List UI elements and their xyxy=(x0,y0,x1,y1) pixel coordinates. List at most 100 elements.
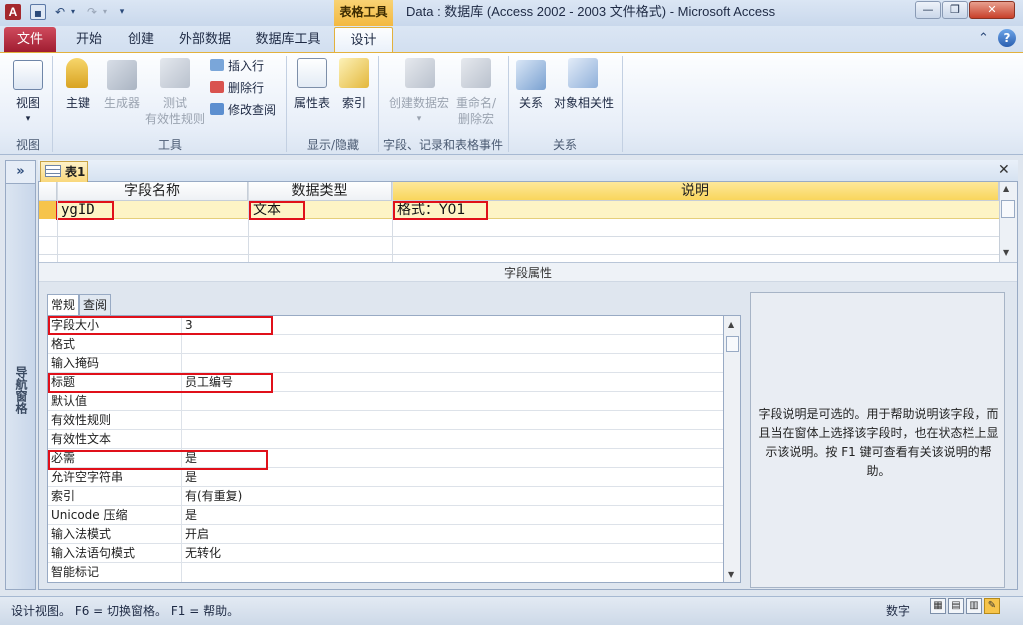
scroll-thumb[interactable] xyxy=(1001,200,1015,218)
delete-row-button[interactable]: 删除行 xyxy=(210,77,264,99)
table-tools-context-label: 表格工具 xyxy=(334,0,393,26)
close-window-button[interactable]: ✕ xyxy=(969,1,1015,19)
create-data-macro-icon xyxy=(405,58,435,88)
indexes-button[interactable]: 索引 xyxy=(336,95,372,111)
tab-home[interactable]: 开始 xyxy=(68,27,110,52)
group-label-tools: 工具 xyxy=(157,138,182,152)
relationships-icon xyxy=(516,60,546,90)
window-title: Data : 数据库 (Access 2002 - 2003 文件格式) - M… xyxy=(406,4,776,19)
tab-lookup[interactable]: 查阅 xyxy=(79,294,112,315)
builder-icon xyxy=(107,60,137,90)
rename-delete-macro-button[interactable]: 重命名/ xyxy=(452,95,500,111)
property-value[interactable]: 是 xyxy=(185,468,197,486)
create-data-macro-dropdown-icon[interactable]: ▾ xyxy=(386,111,452,127)
relationships-button[interactable]: 关系 xyxy=(512,95,550,111)
undo-dropdown-icon[interactable]: ▾ xyxy=(68,4,78,20)
group-separator xyxy=(286,56,287,152)
access-app-icon[interactable]: A xyxy=(5,4,21,20)
modify-lookups-icon xyxy=(210,103,224,115)
customize-qat-icon[interactable]: ▾ xyxy=(116,4,128,20)
tab-external-data[interactable]: 外部数据 xyxy=(172,27,238,52)
grid-line xyxy=(248,182,249,262)
tab-design[interactable]: 设计 xyxy=(334,27,393,52)
highlight-box xyxy=(249,201,305,220)
primary-key-icon xyxy=(66,58,88,88)
property-row[interactable]: 默认值 xyxy=(48,392,723,411)
object-dependencies-button[interactable]: 对象相关性 xyxy=(552,95,616,111)
help-icon[interactable]: ? xyxy=(998,29,1016,47)
property-label: 默认值 xyxy=(51,394,88,408)
property-row[interactable]: 输入法模式 开启 xyxy=(48,525,723,544)
scroll-thumb[interactable] xyxy=(726,336,739,352)
property-row[interactable]: 允许空字符串 是 xyxy=(48,468,723,487)
builder-button[interactable]: 生成器 xyxy=(100,95,144,111)
close-document-icon[interactable]: ✕ xyxy=(998,162,1010,178)
group-separator xyxy=(52,56,53,152)
properties-list: 字段大小 3 格式 输入掩码 标题 员工编号 默认值 有效性规则 有效性文本 必需是… xyxy=(47,315,724,583)
design-view-icon[interactable]: ✎ xyxy=(984,598,1000,614)
scroll-up-icon[interactable]: ▲ xyxy=(1003,184,1009,193)
view-dropdown-icon[interactable]: ▾ xyxy=(8,111,48,127)
document-tab-strip xyxy=(38,160,1018,182)
property-row[interactable]: 输入法语句模式 无转化 xyxy=(48,544,723,563)
tab-general[interactable]: 常规 xyxy=(47,294,80,315)
maximize-button[interactable]: ❐ xyxy=(942,1,968,19)
tab-file[interactable]: 文件 xyxy=(4,27,56,52)
property-label: 格式 xyxy=(51,337,76,351)
table-row[interactable] xyxy=(39,237,999,255)
field-properties-title: 字段属性 xyxy=(39,262,1017,282)
tab-create[interactable]: 创建 xyxy=(120,27,162,52)
property-row[interactable]: 索引 有(有重复) xyxy=(48,487,723,506)
view-button[interactable]: 视图 xyxy=(8,95,48,111)
undo-icon[interactable]: ↶ xyxy=(52,4,68,20)
scroll-down-icon[interactable]: ▼ xyxy=(1003,248,1009,257)
modify-lookups-button[interactable]: 修改查阅 xyxy=(210,99,276,121)
redo-dropdown-icon[interactable]: ▾ xyxy=(100,4,110,20)
redo-icon[interactable]: ↷ xyxy=(84,4,100,20)
property-sheet-icon xyxy=(297,58,327,88)
status-text: 设计视图。 F6 = 切换窗格。 F1 = 帮助。 xyxy=(11,604,240,618)
property-row[interactable]: Unicode 压缩 是 xyxy=(48,506,723,525)
insert-row-label: 插入行 xyxy=(228,59,265,73)
property-value[interactable]: 有(有重复) xyxy=(185,487,242,505)
property-value[interactable]: 无转化 xyxy=(185,544,221,562)
highlight-box xyxy=(56,201,114,220)
test-validation-rules-button[interactable]: 测试 有效性规则 xyxy=(143,95,207,127)
pivotchart-view-icon[interactable]: ▥ xyxy=(966,598,982,614)
property-value[interactable]: 是 xyxy=(185,506,197,524)
create-data-macro-button[interactable]: 创建数据宏 xyxy=(386,95,452,111)
table-icon xyxy=(45,165,61,177)
property-label: 有效性规则 xyxy=(51,413,112,427)
group-separator xyxy=(378,56,379,152)
insert-row-button[interactable]: 插入行 xyxy=(210,55,264,77)
properties-scrollbar[interactable] xyxy=(724,315,741,583)
modify-lookups-label: 修改查阅 xyxy=(228,103,277,117)
tab-database-tools[interactable]: 数据库工具 xyxy=(248,27,328,52)
row-selector[interactable] xyxy=(39,201,57,219)
property-value[interactable]: 开启 xyxy=(185,525,209,543)
property-row[interactable]: 智能标记 xyxy=(48,563,723,582)
primary-key-button[interactable]: 主键 xyxy=(60,95,96,111)
property-row[interactable]: 有效性规则 xyxy=(48,411,723,430)
property-sheet-button[interactable]: 属性表 xyxy=(290,95,334,111)
expand-navigation-icon[interactable]: » xyxy=(5,160,36,184)
property-row[interactable]: 格式 xyxy=(48,335,723,354)
scroll-up-icon[interactable]: ▲ xyxy=(728,320,734,329)
pivottable-view-icon[interactable]: ▤ xyxy=(948,598,964,614)
column-header-description: 说明 xyxy=(392,182,999,201)
scroll-down-icon[interactable]: ▼ xyxy=(728,570,734,579)
save-icon[interactable]: ▪ xyxy=(30,4,46,20)
property-label: 索引 xyxy=(51,489,76,503)
property-row[interactable]: 输入掩码 xyxy=(48,354,723,373)
datasheet-view-icon[interactable]: ▦ xyxy=(930,598,946,614)
property-row[interactable]: 有效性文本 xyxy=(48,430,723,449)
table-row[interactable] xyxy=(39,219,999,237)
navigation-pane-label[interactable]: 导航窗格 xyxy=(9,355,33,425)
indexes-icon xyxy=(339,58,369,88)
minimize-button[interactable]: — xyxy=(915,1,941,19)
minimize-ribbon-icon[interactable]: ⌃ xyxy=(978,31,989,46)
highlight-box xyxy=(48,316,273,335)
highlight-box xyxy=(48,450,268,470)
grid-line xyxy=(57,182,58,262)
field-help-text: 字段说明是可选的。用于帮助说明该字段，而且当在窗体上选择该字段时，也在状态栏上显… xyxy=(758,407,999,478)
